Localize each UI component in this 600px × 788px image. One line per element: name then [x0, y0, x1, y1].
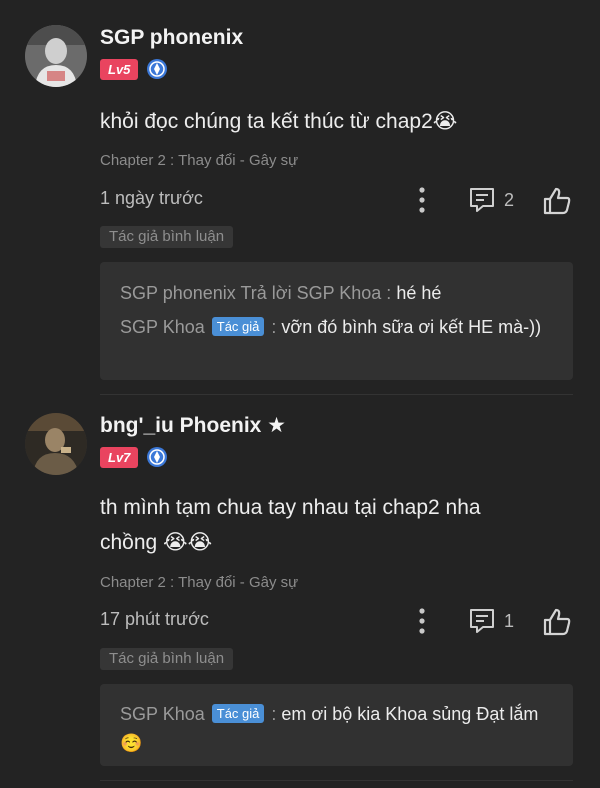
divider — [100, 394, 573, 395]
shield-icon — [147, 447, 168, 467]
comment-icon — [470, 609, 494, 633]
chapter-link[interactable]: Chapter 2 : Thay đổi - Gây sự — [100, 574, 298, 591]
avatar[interactable] — [25, 25, 87, 87]
reply-connector: Trả lời SGP Khoa : — [235, 283, 397, 303]
reply-separator: : — [266, 317, 282, 337]
user-badges: Lv5 — [100, 58, 168, 80]
thumbs-up-icon[interactable] — [542, 186, 572, 216]
reply-button[interactable]: 1 — [468, 607, 514, 635]
shield-icon — [147, 59, 168, 79]
author-badge: Tác giả — [211, 317, 265, 336]
level-badge: Lv5 — [100, 58, 139, 80]
timestamp: 17 phút trước — [100, 609, 209, 629]
chapter-link[interactable]: Chapter 2 : Thay đổi - Gây sự — [100, 152, 298, 169]
comment-actions: 1 ngày trước 2 — [100, 186, 572, 216]
reply-item: SGP Khoa Tác giả : em ơi bộ kia Khoa sủn… — [120, 700, 553, 758]
reply-box[interactable]: SGP phonenix Trả lời SGP Khoa : hé hé SG… — [100, 262, 573, 380]
reply-text: vỡn đó bình sữa ơi kết HE mà-)) — [281, 317, 542, 337]
reply-author[interactable]: SGP phonenix — [120, 283, 236, 303]
comment-text: th mình tạm chua tay nhau tại chap2 nha … — [100, 496, 481, 554]
reply-box[interactable]: SGP Khoa Tác giả : em ơi bộ kia Khoa sủn… — [100, 684, 573, 766]
reply-count: 2 — [504, 189, 515, 210]
more-vertical-icon[interactable] — [410, 607, 434, 635]
user-badges: Lv7 — [100, 446, 168, 468]
reply-item: SGP Khoa Tác giả : vỡn đó bình sữa ơi kế… — [120, 313, 553, 342]
comment-text: khỏi đọc chúng ta kết thúc từ chap2😭 — [100, 110, 458, 133]
username[interactable]: SGP phonenix — [100, 26, 243, 50]
comment-actions: 17 phút trước 1 — [100, 607, 572, 637]
more-vertical-icon[interactable] — [410, 186, 434, 214]
comment-icon — [470, 188, 494, 212]
level-badge: Lv7 — [100, 446, 139, 468]
reply-separator: : — [266, 704, 282, 724]
username[interactable]: bng'_iu Phoenix ★ — [100, 413, 286, 438]
reply-author[interactable]: SGP Khoa — [120, 317, 205, 337]
reply-count: 1 — [504, 610, 515, 631]
reply-author[interactable]: SGP Khoa — [120, 704, 205, 724]
reply-text: hé hé — [396, 283, 442, 303]
thumbs-up-icon[interactable] — [542, 607, 572, 637]
divider — [100, 780, 573, 781]
avatar[interactable] — [25, 413, 87, 475]
reply-button[interactable]: 2 — [468, 186, 514, 214]
author-badge: Tác giả — [211, 704, 265, 723]
reply-item: SGP phonenix Trả lời SGP Khoa : hé hé — [120, 279, 553, 308]
author-comment-tag: Tác giả bình luận — [100, 226, 234, 248]
timestamp: 1 ngày trước — [100, 188, 203, 208]
author-comment-tag: Tác giả bình luận — [100, 648, 234, 670]
